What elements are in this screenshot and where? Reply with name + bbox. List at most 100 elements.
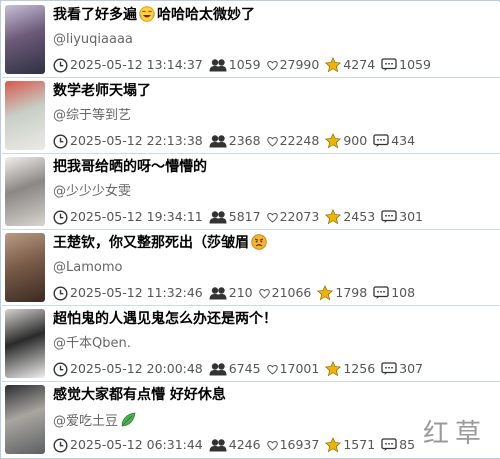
follower-count: 6745 bbox=[228, 361, 261, 376]
post-title[interactable]: 感觉大家都有点懵 好好休息 bbox=[53, 386, 492, 404]
star-icon bbox=[325, 57, 342, 73]
post-timestamp-group: 2025-05-12 19:34:11 bbox=[53, 209, 203, 225]
people-icon bbox=[209, 135, 227, 148]
like-count-group: 22073 bbox=[266, 209, 320, 225]
post-timestamp-group: 2025-05-12 20:00:48 bbox=[53, 361, 203, 377]
people-icon bbox=[209, 363, 227, 376]
post-author[interactable]: @综于等到艺 bbox=[53, 108, 131, 124]
people-icon bbox=[209, 439, 227, 452]
comment-count: 301 bbox=[399, 209, 424, 224]
clock-icon bbox=[53, 285, 68, 301]
star-icon bbox=[317, 285, 334, 301]
post-thumbnail[interactable] bbox=[5, 309, 45, 378]
follower-count-group: 6745 bbox=[209, 361, 261, 377]
star-count-group: 900 bbox=[325, 133, 367, 149]
comment-count: 434 bbox=[391, 133, 416, 148]
post-author[interactable]: @爱吃土豆 bbox=[53, 412, 138, 430]
like-count-group: 17001 bbox=[266, 361, 320, 377]
crying-laughing-emoji bbox=[139, 6, 155, 22]
follower-count-group: 2368 bbox=[209, 133, 261, 149]
post-title[interactable]: 数学老师天塌了 bbox=[53, 82, 492, 100]
leaf-emoji bbox=[121, 412, 136, 427]
author-handle: @少少少女雯 bbox=[53, 184, 132, 199]
like-count: 22248 bbox=[279, 133, 320, 148]
post-thumbnail[interactable] bbox=[5, 233, 45, 302]
post-card[interactable]: 数学老师天塌了 @综于等到艺 2025-05-12 22:13:38 2368 2224… bbox=[2, 78, 500, 154]
comment-count-group: 108 bbox=[373, 285, 415, 301]
comment-count-group: 434 bbox=[373, 133, 415, 149]
comment-icon bbox=[373, 286, 389, 299]
post-title-text: 感觉大家都有点懵 好好休息 bbox=[53, 387, 226, 403]
comment-count-group: 85 bbox=[381, 437, 415, 453]
star-count-group: 1256 bbox=[325, 361, 375, 377]
follower-count: 4246 bbox=[228, 437, 261, 452]
star-icon bbox=[325, 133, 342, 149]
post-thumbnail[interactable] bbox=[5, 385, 45, 454]
post-card[interactable]: 把我哥给晒的呀～懵懵的 @少少少女雯 2025-05-12 19:34:11 5817… bbox=[2, 154, 500, 230]
comment-icon bbox=[381, 438, 397, 451]
post-title-text: 超怕鬼的人遇见鬼怎么办还是两个！ bbox=[53, 311, 277, 327]
post-stats: 2025-05-12 13:14:37 1059 27990 4274 1059 bbox=[53, 57, 496, 73]
follower-count-group: 1059 bbox=[209, 57, 261, 73]
post-author[interactable]: @千本Qben. bbox=[53, 336, 131, 352]
star-count: 1571 bbox=[343, 437, 376, 452]
post-title-suffix: 哈哈哈太微妙了 bbox=[157, 7, 255, 23]
post-author[interactable]: @Lamomo bbox=[53, 260, 122, 276]
post-title[interactable]: 超怕鬼的人遇见鬼怎么办还是两个！ bbox=[53, 310, 492, 328]
post-title-text: 王楚钦，你又整那死出（莎皱眉 bbox=[53, 235, 249, 251]
post-stats: 2025-05-12 19:34:11 5817 22073 2453 301 bbox=[53, 209, 496, 225]
post-thumbnail[interactable] bbox=[5, 5, 45, 74]
follower-count: 210 bbox=[228, 285, 253, 300]
post-thumbnail[interactable] bbox=[5, 81, 45, 150]
post-timestamp: 2025-05-12 06:31:44 bbox=[70, 437, 203, 452]
post-timestamp: 2025-05-12 20:00:48 bbox=[70, 361, 203, 376]
people-icon bbox=[209, 287, 227, 300]
author-handle: @liyuqiaaaa bbox=[53, 32, 133, 47]
heart-icon bbox=[266, 440, 278, 451]
author-handle: @综于等到艺 bbox=[53, 108, 132, 123]
post-title[interactable]: 我看了好多遍 哈哈哈太微妙了 bbox=[53, 6, 492, 24]
post-timestamp-group: 2025-05-12 22:13:38 bbox=[53, 133, 203, 149]
like-count: 16937 bbox=[279, 437, 320, 452]
comment-count: 85 bbox=[399, 437, 416, 452]
post-title[interactable]: 王楚钦，你又整那死出（莎皱眉 bbox=[53, 234, 492, 252]
comment-icon bbox=[381, 58, 397, 71]
post-stats: 2025-05-12 11:32:46 210 21066 1798 108 bbox=[53, 285, 496, 301]
post-timestamp-group: 2025-05-12 11:32:46 bbox=[53, 285, 203, 301]
heart-icon bbox=[266, 136, 278, 147]
clock-icon bbox=[53, 209, 68, 225]
post-title-text: 数学老师天塌了 bbox=[53, 83, 151, 99]
post-author[interactable]: @liyuqiaaaa bbox=[53, 32, 133, 48]
like-count: 17001 bbox=[279, 361, 320, 376]
post-card[interactable]: 王楚钦，你又整那死出（莎皱眉 @Lamomo 2025-05-12 11:32:46… bbox=[2, 230, 500, 306]
follower-count-group: 210 bbox=[209, 285, 253, 301]
star-count-group: 4274 bbox=[325, 57, 375, 73]
post-thumbnail[interactable] bbox=[5, 157, 45, 226]
follower-count: 5817 bbox=[228, 209, 261, 224]
post-author[interactable]: @少少少女雯 bbox=[53, 184, 131, 200]
people-icon bbox=[209, 211, 227, 224]
star-icon bbox=[325, 361, 342, 377]
post-timestamp: 2025-05-12 11:32:46 bbox=[70, 285, 203, 300]
star-icon bbox=[325, 209, 342, 225]
post-title[interactable]: 把我哥给晒的呀～懵懵的 bbox=[53, 158, 492, 176]
post-title-text: 把我哥给晒的呀～懵懵的 bbox=[53, 159, 207, 175]
like-count: 21066 bbox=[271, 285, 312, 300]
comment-count-group: 307 bbox=[381, 361, 423, 377]
comment-count-group: 301 bbox=[381, 209, 423, 225]
comment-icon bbox=[381, 362, 397, 375]
heart-icon bbox=[266, 212, 278, 223]
follower-count: 1059 bbox=[228, 57, 261, 72]
post-timestamp: 2025-05-12 13:14:37 bbox=[70, 57, 203, 72]
like-count-group: 22248 bbox=[266, 133, 320, 149]
clock-icon bbox=[53, 133, 68, 149]
post-card[interactable]: 我看了好多遍 哈哈哈太微妙了 @liyuqiaaaa 2025-05-12 13:14… bbox=[2, 2, 500, 78]
heart-icon bbox=[266, 60, 278, 71]
like-count: 22073 bbox=[279, 209, 320, 224]
like-count: 27990 bbox=[279, 57, 320, 72]
star-count-group: 1798 bbox=[317, 285, 367, 301]
angry-face-emoji bbox=[251, 234, 267, 250]
comment-icon bbox=[373, 134, 389, 147]
author-handle: @爱吃土豆 bbox=[53, 414, 119, 429]
post-card[interactable]: 超怕鬼的人遇见鬼怎么办还是两个！ @千本Qben. 2025-05-12 20:00… bbox=[2, 306, 500, 382]
